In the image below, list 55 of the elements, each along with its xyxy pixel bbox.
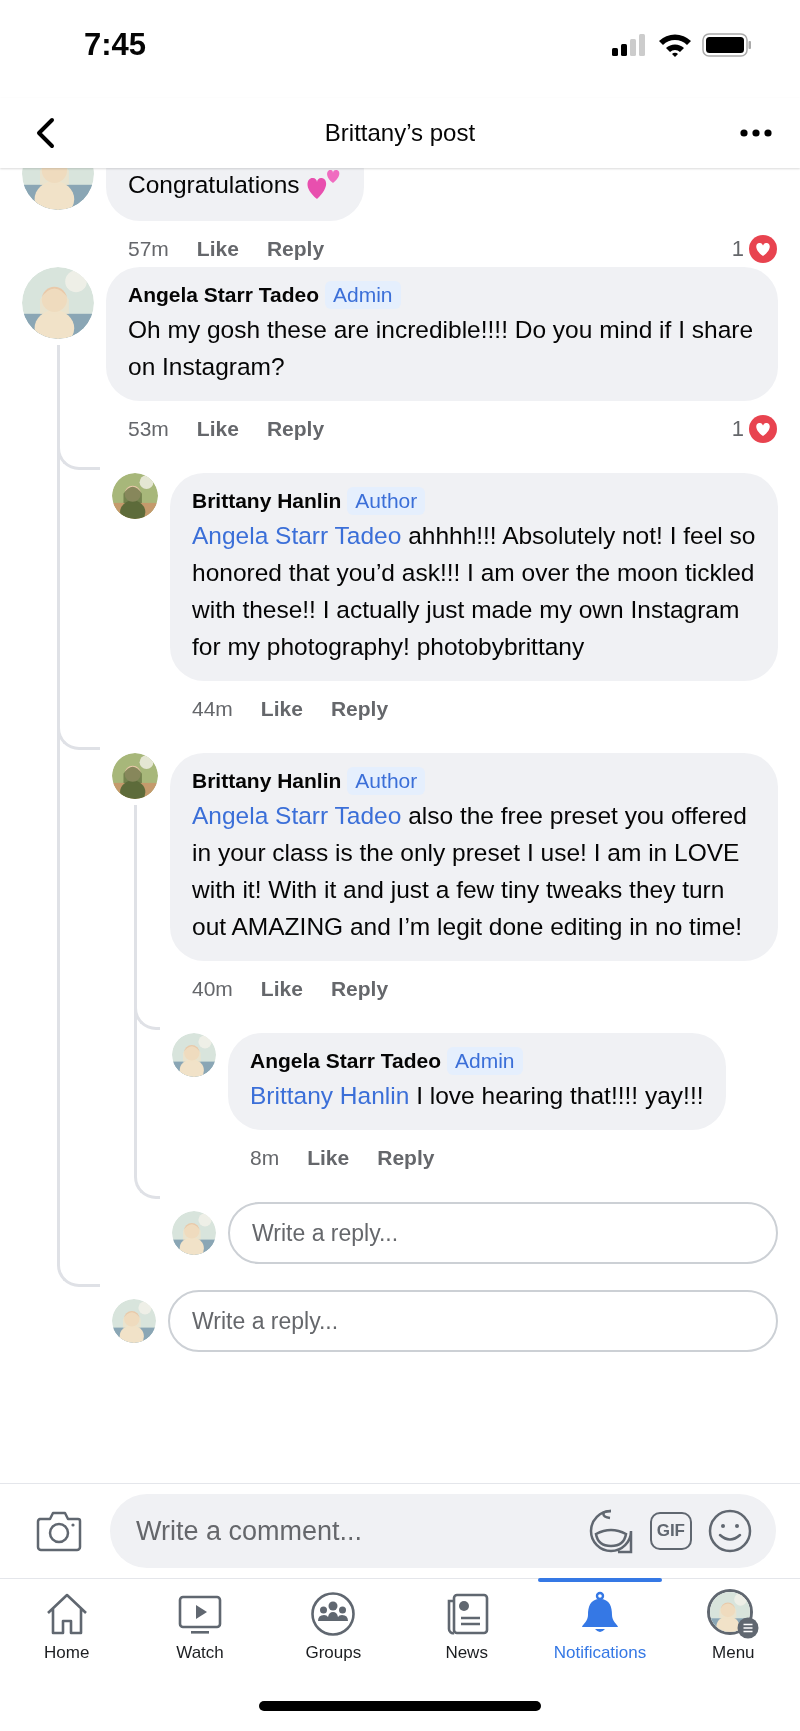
tab[interactable]: News	[400, 1579, 534, 1691]
wifi-icon	[658, 33, 692, 57]
author-name[interactable]: Angela Starr Tadeo	[128, 283, 319, 307]
tab[interactable]: Home	[0, 1579, 134, 1691]
mention-link[interactable]: Angela Starr Tadeo	[192, 522, 402, 549]
gif-button[interactable]: GIF	[649, 1512, 692, 1550]
battery-icon	[702, 33, 752, 57]
role-label: Author	[347, 767, 426, 795]
author-name[interactable]: Brittany Hanlin	[192, 489, 342, 513]
reply-button[interactable]: Reply	[330, 697, 389, 721]
tab[interactable]: Menu	[666, 1579, 800, 1691]
timestamp: 40m	[192, 977, 233, 1001]
hearts-icon	[305, 168, 342, 201]
menu-icon	[737, 1617, 760, 1639]
like-button[interactable]: Like	[196, 417, 239, 441]
page-title: Brittany’s post	[324, 119, 476, 147]
author-name[interactable]: Brittany Hanlin	[192, 769, 342, 793]
tab[interactable]: Watch	[133, 1579, 267, 1691]
comment-text: Oh my gosh these are incredible!!!! Do you mind if I share on Instagram?	[128, 315, 755, 382]
timestamp: 8m	[250, 1146, 280, 1170]
tab[interactable]: Groups	[266, 1579, 400, 1691]
comment-text: Brittany Hanlin I love hearing that!!!! yay!!!	[250, 1081, 704, 1111]
tab[interactable]: Notifications	[533, 1579, 667, 1691]
timestamp: 44m	[192, 697, 233, 721]
reply-button[interactable]: Reply	[266, 417, 325, 441]
comment-text: Congratulations	[128, 170, 300, 200]
emoji-icon[interactable]	[708, 1509, 752, 1553]
comment-text: Angela Starr Tadeo ahhhh!!! Absolutely not! I feel so honored that you’d ask!!! I am over the moon tickled with these!! I actually just made my own Instagram for my photography! photobybrittany	[192, 521, 756, 662]
mention-link[interactable]: Brittany Hanlin	[250, 1082, 410, 1109]
groups-icon	[310, 1591, 357, 1637]
camera-icon[interactable]	[36, 1510, 82, 1552]
like-button[interactable]: Like	[196, 237, 239, 261]
signal-icon	[612, 33, 648, 57]
reply-field[interactable]: Write a reply...	[168, 1290, 778, 1352]
like-button[interactable]: Like	[307, 1146, 350, 1170]
reaction-count: 1	[731, 236, 744, 262]
role-label: Admin	[325, 281, 401, 309]
role-label: Admin	[447, 1047, 523, 1075]
mention-link[interactable]: Angela Starr Tadeo	[192, 802, 402, 829]
status-time: 7:45	[84, 27, 147, 63]
comment-field[interactable]: Write a comment... GIF	[110, 1494, 776, 1568]
reply-button[interactable]: Reply	[330, 977, 389, 1001]
reply-button[interactable]: Reply	[377, 1146, 435, 1170]
reply-button[interactable]: Reply	[266, 237, 325, 261]
reply-field[interactable]: Write a reply...	[228, 1202, 778, 1264]
back-icon[interactable]	[34, 117, 56, 149]
like-button[interactable]: Like	[260, 697, 303, 721]
timestamp: 57m	[128, 237, 169, 261]
like-button[interactable]: Like	[260, 977, 303, 1001]
comment-text: Angela Starr Tadeo also the free preset you offered in your class is the only preset I use! I am in LOVE with it! With it and just a few tiny tweaks they turn out AMAZING and I’m legit done editing in no time!	[192, 801, 748, 942]
timestamp: 53m	[128, 417, 169, 441]
more-icon[interactable]	[740, 129, 772, 137]
author-name[interactable]: Angela Starr Tadeo	[250, 1049, 441, 1073]
reaction-count: 1	[731, 416, 744, 442]
role-label: Author	[347, 487, 426, 515]
